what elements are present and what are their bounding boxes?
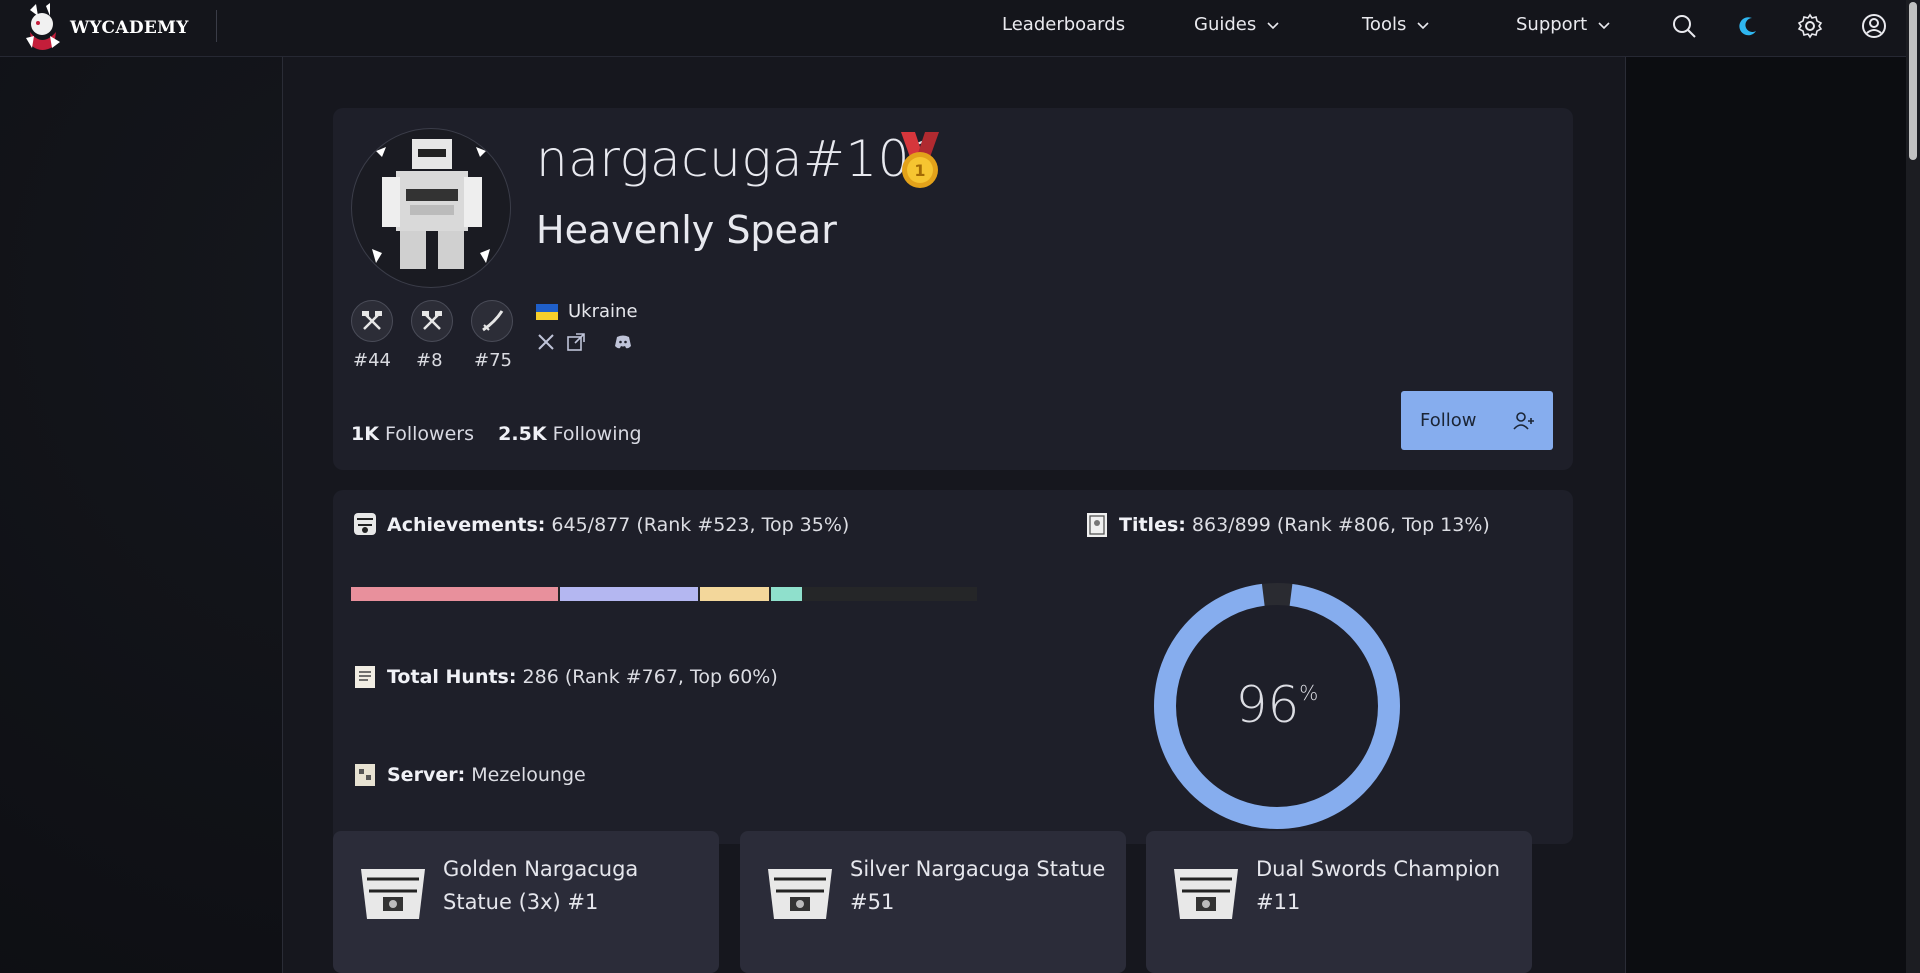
discord-icon[interactable]: [613, 332, 633, 352]
chevron-down-icon: [1417, 21, 1429, 29]
x-twitter-icon[interactable]: [536, 332, 556, 352]
followers-link[interactable]: 1K Followers: [351, 423, 474, 445]
following-count: 2.5K: [498, 423, 547, 445]
avatar[interactable]: [351, 128, 511, 288]
titles-percent: 96: [1236, 676, 1300, 734]
achievement-cards: Golden Nargacuga Statue (3x) #1 Silver N…: [333, 831, 1573, 973]
logo-mascot-icon: [26, 3, 60, 50]
titles-percent-sign: %: [1299, 681, 1318, 705]
svg-text:1: 1: [914, 161, 925, 180]
user-account-icon[interactable]: [1861, 13, 1887, 39]
hunts-label: Total Hunts:: [387, 666, 517, 688]
server-stat: Server: Mezelounge: [351, 760, 586, 790]
server-label: Server:: [387, 764, 466, 786]
follow-button[interactable]: Follow: [1401, 391, 1553, 450]
achievement-title: Dual Swords Champion #11: [1256, 857, 1501, 914]
brand-logo[interactable]: WYCADEMY: [20, 2, 189, 54]
server-map-icon: [355, 764, 375, 786]
theme-moon-icon[interactable]: [1735, 13, 1761, 39]
nav-tools[interactable]: Tools: [1362, 14, 1430, 35]
achievement-title: Silver Nargacuga Statue #51: [850, 857, 1106, 914]
stats-card: Achievements: 645/877 (Rank #523, Top 35…: [333, 490, 1573, 844]
champion-trophy-icon: [1174, 869, 1238, 919]
weapon-rank: #8: [416, 350, 443, 371]
achievement-bar-segment: [351, 587, 558, 601]
nav-tools-label: Tools: [1362, 14, 1407, 35]
titles-book-icon: [1087, 513, 1107, 537]
achievement-card[interactable]: Dual Swords Champion #11: [1146, 831, 1532, 973]
weapon-rank: #44: [353, 350, 391, 371]
achievement-card[interactable]: Golden Nargacuga Statue (3x) #1: [333, 831, 719, 973]
followers-count: 1K: [351, 423, 379, 445]
weapon-longsword-icon[interactable]: [471, 300, 513, 342]
profile-page: nargacuga#101 1 Heavenly Spear #44 #8 #7…: [282, 56, 1626, 973]
following-link[interactable]: 2.5K Following: [498, 423, 641, 445]
search-icon[interactable]: [1671, 13, 1697, 39]
server-value: Mezelounge: [471, 764, 586, 786]
achievements-stat: Achievements: 645/877 (Rank #523, Top 35…: [351, 510, 849, 540]
page-scrollbar[interactable]: [1906, 0, 1920, 973]
titles-value: 863/899 (Rank #806, Top 13%): [1191, 514, 1490, 536]
nav-support[interactable]: Support: [1516, 14, 1611, 35]
gold-medal-icon: 1: [901, 132, 939, 188]
weapon-hammer-icon[interactable]: [351, 300, 393, 342]
weapon-hammer-icon[interactable]: [411, 300, 453, 342]
statue-trophy-icon: [768, 869, 832, 919]
hunts-value: 286 (Rank #767, Top 60%): [522, 666, 778, 688]
total-hunts-stat: Total Hunts: 286 (Rank #767, Top 60%): [351, 662, 778, 692]
achievements-value: 645/877 (Rank #523, Top 35%): [551, 514, 850, 536]
hunter-title: Heavenly Spear: [536, 208, 837, 252]
follow-stats: 1K Followers 2.5K Following: [351, 423, 642, 445]
brand-name: WYCADEMY: [70, 18, 189, 38]
achievement-bar-segment: [771, 587, 802, 601]
ukraine-flag-icon: [536, 303, 558, 320]
achievement-bar-segment: [700, 587, 769, 601]
titles-label: Titles:: [1119, 514, 1186, 536]
follow-button-label: Follow: [1420, 410, 1477, 431]
titles-progress-ring: 96%: [1154, 583, 1400, 829]
achievement-badge-icon: [354, 513, 376, 535]
top-navbar: WYCADEMY Leaderboards Guides Tools Suppo…: [0, 0, 1906, 57]
external-link-icon[interactable]: [566, 332, 586, 352]
nav-leaderboards[interactable]: Leaderboards: [1002, 14, 1125, 35]
svg-text:96%: 96%: [1236, 676, 1319, 734]
achievements-progress-bar: [351, 587, 977, 601]
nav-guides[interactable]: Guides: [1194, 14, 1280, 35]
chevron-down-icon: [1598, 21, 1610, 29]
country-name: Ukraine: [568, 301, 638, 322]
gear-icon[interactable]: [1797, 13, 1823, 39]
username: nargacuga#101: [536, 130, 943, 188]
scrollbar-thumb[interactable]: [1909, 2, 1917, 160]
weapon-rank: #75: [474, 350, 512, 371]
profile-card: nargacuga#101 1 Heavenly Spear #44 #8 #7…: [333, 108, 1573, 470]
hunt-scroll-icon: [355, 666, 375, 688]
achievement-bar-segment: [560, 587, 698, 601]
achievement-title: Golden Nargacuga Statue (3x) #1: [443, 857, 639, 914]
achievements-label: Achievements:: [387, 514, 546, 536]
avatar-image: [372, 139, 490, 269]
chevron-down-icon: [1267, 21, 1279, 29]
nav-divider: [216, 10, 217, 42]
nav-support-label: Support: [1516, 14, 1588, 35]
nav-leaderboards-label: Leaderboards: [1002, 14, 1126, 35]
following-label: Following: [552, 423, 642, 445]
nav-guides-label: Guides: [1194, 14, 1257, 35]
achievement-card[interactable]: Silver Nargacuga Statue #51: [740, 831, 1126, 973]
followers-label: Followers: [385, 423, 474, 445]
statue-trophy-icon: [361, 869, 425, 919]
titles-stat: Titles: 863/899 (Rank #806, Top 13%): [1083, 510, 1490, 540]
country: Ukraine: [536, 301, 638, 322]
user-plus-icon: [1513, 411, 1534, 430]
